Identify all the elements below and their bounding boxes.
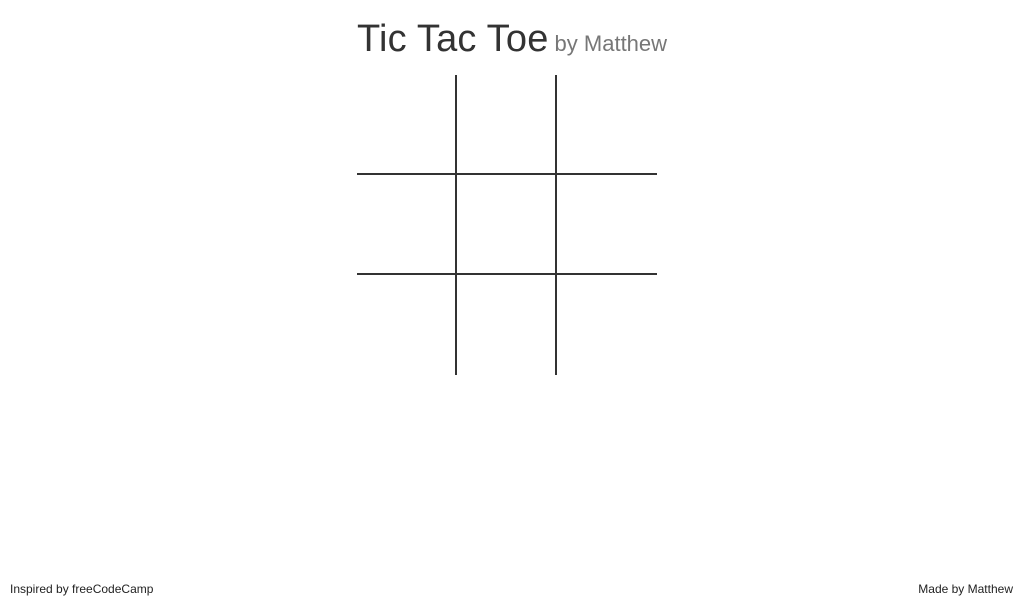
board-cell-7[interactable] <box>457 275 557 375</box>
game-board <box>357 75 657 375</box>
board-cell-5[interactable] <box>557 175 657 275</box>
board-cell-3[interactable] <box>357 175 457 275</box>
footer-credit-inspired: Inspired by freeCodeCamp <box>10 582 154 596</box>
page: Tic Tac Toe by Matthew Inspired by freeCo… <box>0 0 1024 600</box>
board-cell-8[interactable] <box>557 275 657 375</box>
board-cell-0[interactable] <box>357 75 457 175</box>
board-cell-2[interactable] <box>557 75 657 175</box>
board-cell-4[interactable] <box>457 175 557 275</box>
page-subtitle: by Matthew <box>554 31 668 56</box>
board-cell-1[interactable] <box>457 75 557 175</box>
board-cell-6[interactable] <box>357 275 457 375</box>
header: Tic Tac Toe by Matthew <box>0 18 1024 61</box>
page-title: Tic Tac Toe <box>356 18 549 60</box>
footer-credit-author: Made by Matthew <box>918 582 1013 596</box>
